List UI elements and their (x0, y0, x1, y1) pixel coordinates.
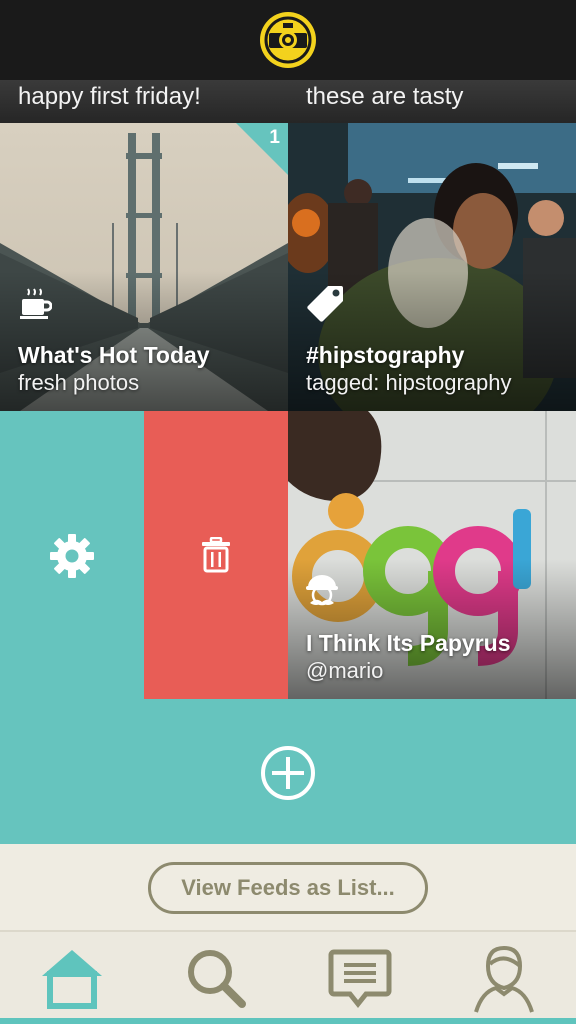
tag-icon (307, 286, 343, 322)
tile-subtitle: fresh photos (18, 370, 140, 395)
active-tab-indicator (0, 1018, 576, 1024)
add-feed-button[interactable] (0, 699, 576, 844)
feed-settings-button[interactable] (0, 411, 144, 699)
tile-title: I Think Its Papyrus (306, 630, 511, 656)
tile-title: What's Hot Today (18, 342, 210, 368)
trash-icon (202, 537, 230, 573)
home-icon[interactable] (36, 942, 108, 1014)
feed-delete-button[interactable] (144, 411, 288, 699)
search-icon[interactable] (180, 942, 252, 1014)
count-badge-text: 1 (269, 127, 280, 148)
feed-strip-left[interactable]: happy first friday! (0, 80, 288, 123)
tile-subtitle: tagged: hipstography (306, 370, 512, 395)
mustache-avatar-icon (306, 575, 338, 606)
feed-strip-caption: these are tasty (306, 83, 464, 110)
feed-tile-hipstography[interactable]: #hipstography tagged: hipstography (288, 123, 576, 411)
top-header (0, 0, 576, 80)
feed-tile-whats-hot[interactable]: 1 What's Hot Today fresh photos (0, 123, 288, 411)
profile-icon[interactable] (468, 942, 540, 1014)
feed-tile-papyrus[interactable]: I Think Its Papyrus @mario (288, 411, 576, 699)
feed-strip-caption: happy first friday! (18, 83, 201, 110)
gear-icon (50, 534, 94, 578)
feed-strip-right[interactable]: these are tasty (288, 80, 576, 123)
count-badge-label-wrap: 1 (236, 123, 288, 175)
plus-circle-icon (261, 746, 315, 800)
view-feeds-as-list-button[interactable]: View Feeds as List... (148, 862, 428, 914)
camera-lens-icon[interactable] (259, 11, 317, 69)
bottom-tab-bar (0, 930, 576, 1024)
tile-subtitle: @mario (306, 658, 384, 683)
chat-icon[interactable] (324, 942, 396, 1014)
coffee-cup-icon (20, 288, 52, 319)
tile-title: #hipstography (306, 342, 465, 368)
